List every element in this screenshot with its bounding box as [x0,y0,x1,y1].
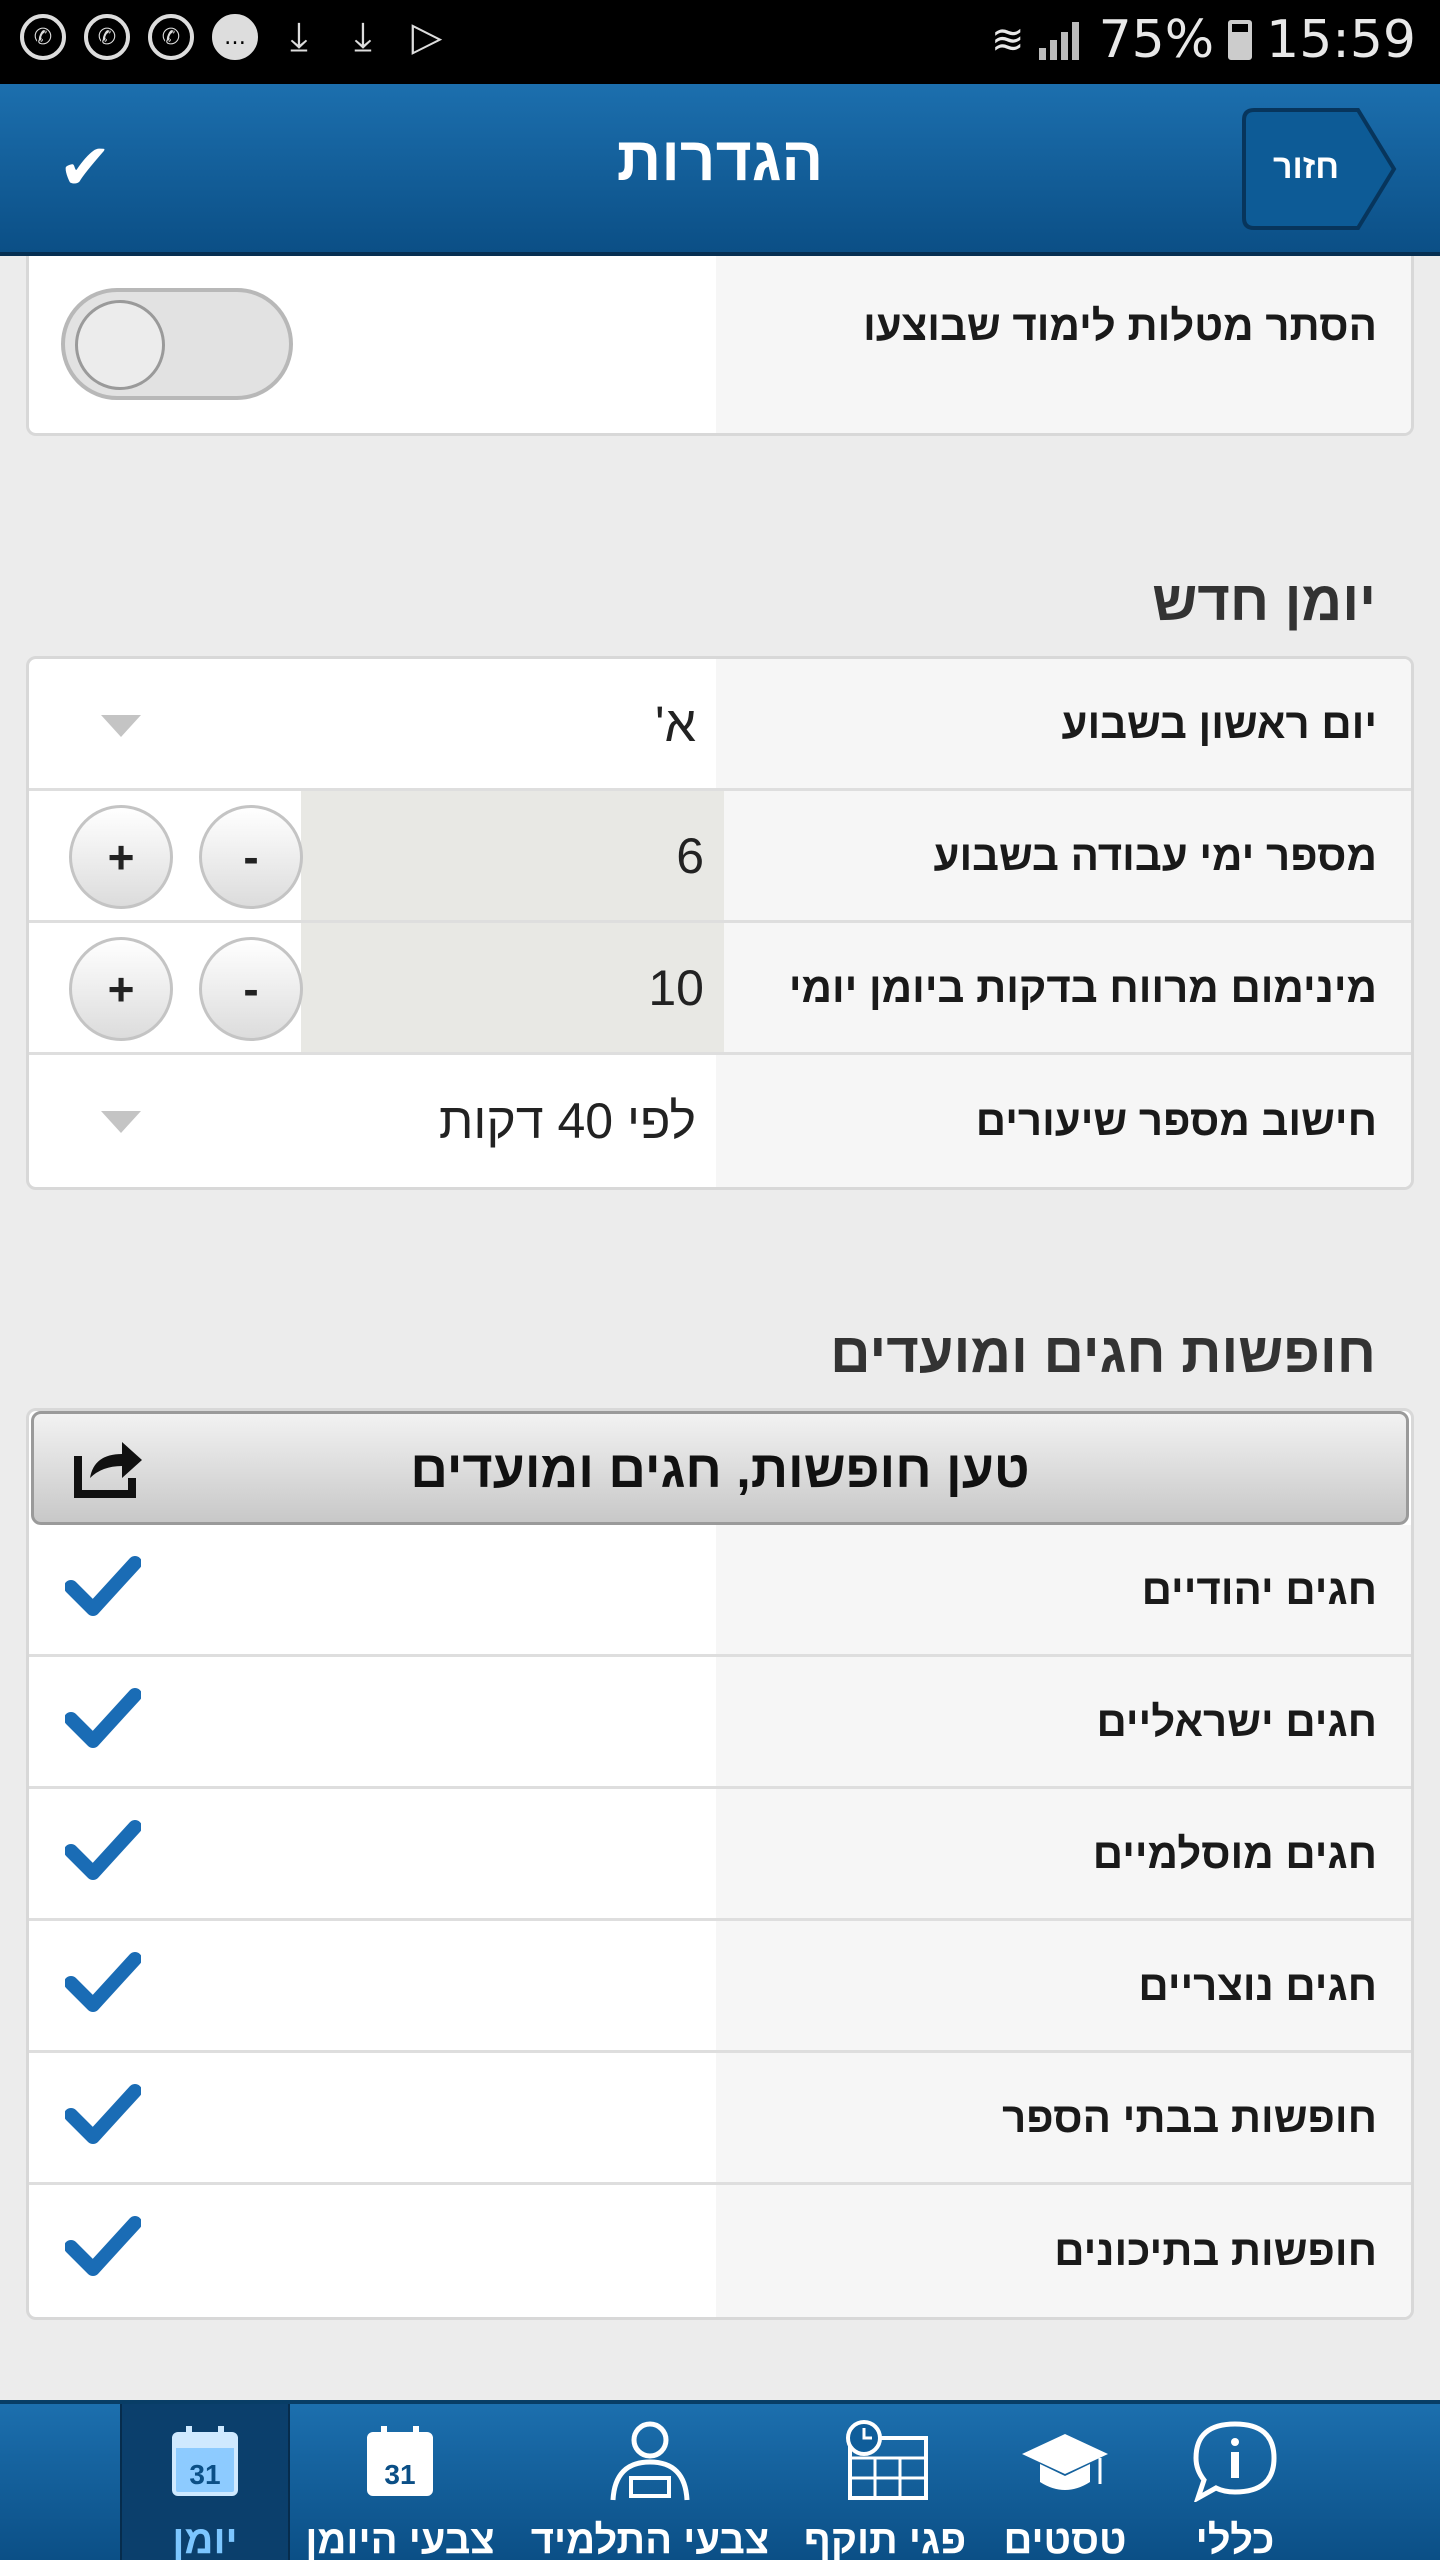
holiday-row[interactable]: חגים ישראליים [29,1657,1411,1789]
min-gap-row: מינימום מרווח בדקות ביומן יומי 10 - + [29,923,1411,1055]
checkmark-icon[interactable] [65,2081,141,2147]
status-bar: ✆ ✆ ✆ … ⤓ ⤓ ▷ ≋ 75% 15:59 [0,0,1440,84]
app-bar: ✔ הגדרות חזור [0,84,1440,256]
first-day-value[interactable]: א' [655,659,696,788]
hide-completed-row: הסתר מטלות לימוד שבוצעו [29,256,1411,433]
clock: 15:59 [1266,10,1416,70]
dropdown-arrow-icon[interactable] [101,715,141,737]
calendar-day: 31 [189,2459,220,2490]
holiday-label: חופשות בתיכונים [716,2185,1411,2317]
new-diary-section-title: יומן חדש [1152,569,1376,632]
calendar-icon: 31 [367,2426,433,2496]
holiday-row[interactable]: חגים נוצריים [29,1921,1411,2053]
download-icon: ⤓ [354,14,372,60]
min-gap-label: מינימום מרווח בדקות ביומן יומי [716,923,1411,1052]
work-days-label: מספר ימי עבודה בשבוע [716,791,1411,920]
lessons-calc-label: חישוב מספר שיעורים [716,1055,1411,1187]
hide-completed-toggle[interactable] [61,288,293,400]
calendar-icon: 31 [172,2426,238,2496]
status-right: ≋ 75% 15:59 [991,10,1416,70]
lessons-calc-value[interactable]: לפי 40 דקות [439,1055,696,1187]
notification-icons: ✆ ✆ ✆ … ⤓ ⤓ ▷ [20,14,450,60]
holidays-section-title: חופשות חגים ומועדים [830,1321,1376,1384]
holiday-label: חופשות בבתי הספר [716,2053,1411,2182]
nav-student-colors-label: צבעי התלמיד [530,2518,770,2560]
dropdown-arrow-icon[interactable] [101,1111,141,1133]
battery-percent: 75% [1098,10,1215,70]
min-gap-value-field[interactable]: 10 [301,923,724,1052]
signal-icon [1038,20,1085,60]
nav-general[interactable]: כללי [1160,2404,1310,2560]
work-days-row: מספר ימי עבודה בשבוע 6 - + [29,791,1411,923]
holiday-label: חגים מוסלמיים [716,1789,1411,1918]
min-gap-minus-button[interactable]: - [199,937,303,1041]
toggle-knob [75,300,165,390]
nav-diary-colors-label: צבעי היומן [305,2518,495,2560]
battery-icon [1228,20,1253,60]
load-holidays-button[interactable]: טען חופשות, חגים ומועדים [31,1411,1409,1525]
new-diary-card: יום ראשון בשבוע א' מספר ימי עבודה בשבוע … [26,656,1414,1190]
work-days-value-field[interactable]: 6 [301,791,724,920]
missed-call-icon: ✆ [148,14,194,60]
checkmark-icon[interactable] [65,1553,141,1619]
min-gap-plus-button[interactable]: + [69,937,173,1041]
nav-diary-colors[interactable]: 31 צבעי היומן [300,2404,500,2560]
nav-diary-label: יומן [172,2518,238,2560]
wifi-icon: ≋ [991,17,1025,63]
back-button-label: חזור [1272,148,1340,186]
holiday-row[interactable]: חגים מוסלמיים [29,1789,1411,1921]
min-gap-value: 10 [648,959,704,1016]
nav-validity-label: פגי תוקף [803,2518,967,2560]
holiday-row[interactable]: חגים יהודיים [29,1525,1411,1657]
work-days-minus-button[interactable]: - [199,805,303,909]
display-settings-card: הסתר מטלות לימוד שבוצעו [26,256,1414,436]
bottom-nav: 31 יומן 31 צבעי היומן צבעי התלמיד פגי תו… [0,2400,1440,2560]
play-store-icon: ▷ [411,14,443,60]
message-icon: … [212,14,258,60]
lessons-calc-row[interactable]: חישוב מספר שיעורים לפי 40 דקות [29,1055,1411,1187]
checkmark-icon[interactable] [65,1685,141,1751]
first-day-label: יום ראשון בשבוע [716,659,1411,788]
holidays-card: טען חופשות, חגים ומועדים חגים יהודיים חגי… [26,1408,1414,2320]
hide-completed-label: הסתר מטלות לימוד שבוצעו [716,256,1411,433]
download-icon: ⤓ [290,14,308,60]
nav-validity[interactable]: פגי תוקף [800,2404,970,2560]
nav-diary[interactable]: 31 יומן [120,2404,290,2560]
holiday-label: חגים נוצריים [716,1921,1411,2050]
info-icon [1193,2421,1277,2502]
whatsapp-icon: ✆ [84,14,130,60]
first-day-row[interactable]: יום ראשון בשבוע א' [29,659,1411,791]
share-icon [74,1442,142,1498]
calendar-clock-icon [846,2420,928,2500]
missed-call-icon: ✆ [20,14,66,60]
nav-tests[interactable]: טסטים [990,2404,1140,2560]
back-button[interactable]: חזור [1240,106,1400,232]
holiday-label: חגים ישראליים [716,1657,1411,1786]
page-title: הגדרות [616,125,824,194]
work-days-value: 6 [676,827,704,884]
checkmark-icon[interactable] [65,1817,141,1883]
work-days-plus-button[interactable]: + [69,805,173,909]
holiday-row[interactable]: חופשות בתיכונים [29,2185,1411,2317]
holiday-label: חגים יהודיים [716,1525,1411,1654]
nav-general-label: כללי [1195,2518,1275,2560]
graduation-cap-icon [1022,2434,1108,2490]
load-holidays-label: טען חופשות, חגים ומועדים [410,1441,1030,1499]
calendar-day: 31 [384,2459,415,2490]
checkmark-icon[interactable] [65,1949,141,2015]
student-icon [610,2421,690,2501]
nav-tests-label: טסטים [1003,2518,1127,2560]
nav-student-colors[interactable]: צבעי התלמיד [530,2404,770,2560]
holiday-row[interactable]: חופשות בבתי הספר [29,2053,1411,2185]
checkmark-icon[interactable] [65,2213,141,2279]
